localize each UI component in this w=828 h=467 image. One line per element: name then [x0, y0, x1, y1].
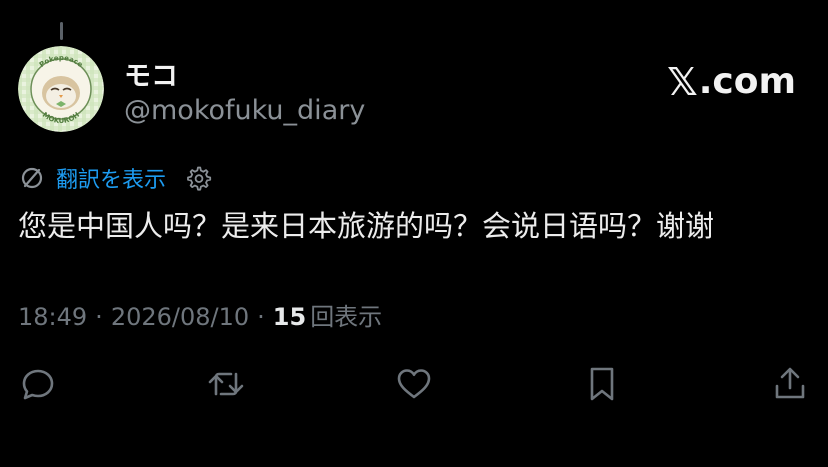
post-text: 您是中国人吗？是来日本旅游的吗？会说日语吗？谢谢 [18, 209, 715, 243]
meta-separator: · [257, 303, 265, 331]
repost-button[interactable] [206, 364, 246, 404]
like-button[interactable] [394, 364, 434, 404]
post-meta: 18:49 · 2026/08/10 · 15 回表示 [18, 300, 382, 334]
show-translation-link[interactable]: 翻訳を表示 [56, 162, 166, 194]
views-count: 15 [272, 303, 307, 331]
share-icon [775, 367, 805, 399]
bookmark-button[interactable] [582, 364, 622, 404]
views-label: 回表示 [310, 303, 383, 331]
brand-logo[interactable]: 𝕏 .com [667, 60, 796, 104]
post-time[interactable]: 18:49 [18, 300, 87, 334]
bookmark-icon [590, 367, 614, 401]
thread-connector-line [60, 22, 63, 40]
heart-icon [397, 369, 431, 399]
avatar[interactable]: Pokepeace MOKUROH [18, 46, 104, 132]
meta-separator: · [95, 303, 103, 331]
translate-row: 翻訳を表示 [18, 162, 212, 194]
share-button[interactable] [770, 364, 810, 404]
action-bar [0, 360, 828, 408]
brand-domain-text: .com [698, 61, 796, 102]
post-date[interactable]: 2026/08/10 [111, 300, 249, 334]
avatar-image: Pokepeace MOKUROH [18, 46, 104, 132]
author-display-name[interactable]: モコ [124, 62, 178, 92]
translate-icon [18, 164, 46, 192]
repost-icon [208, 372, 244, 396]
x-logo-icon: 𝕏 [667, 60, 698, 104]
reply-button[interactable] [18, 364, 58, 404]
reply-icon [22, 369, 54, 400]
gear-icon[interactable] [184, 164, 212, 192]
author-handle[interactable]: @mokofuku_diary [124, 96, 365, 126]
